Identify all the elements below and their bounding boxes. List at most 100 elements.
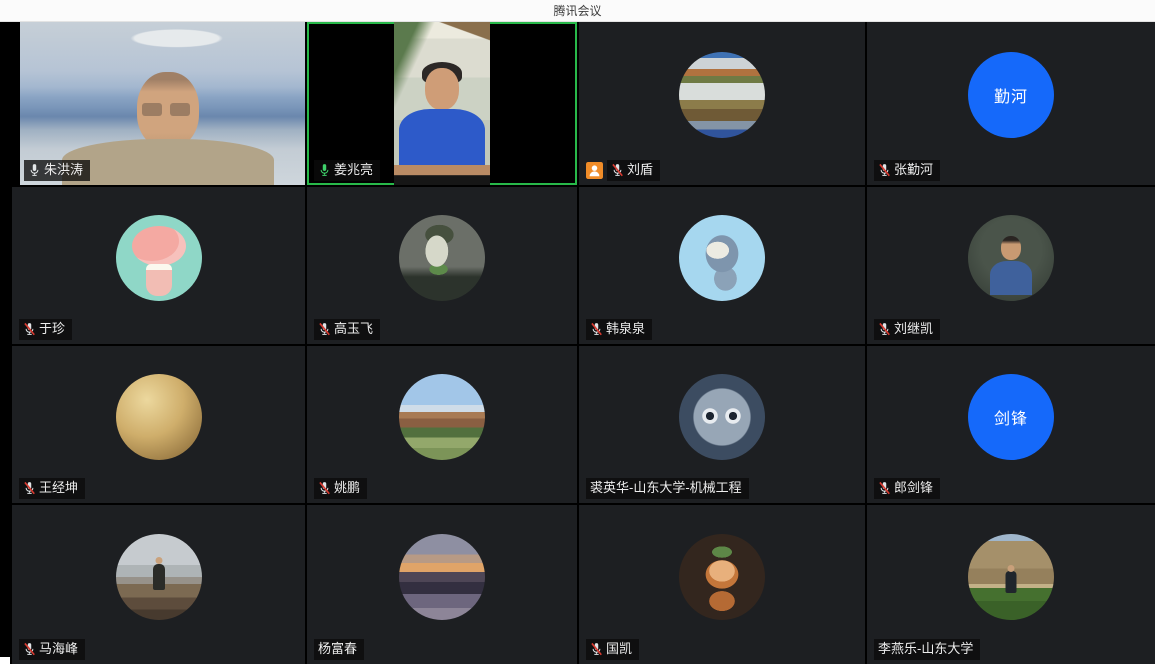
- participant-tile[interactable]: 王经坤: [12, 346, 305, 503]
- avatar-campus-building: [399, 374, 485, 460]
- participant-tile[interactable]: 高玉飞: [307, 187, 577, 344]
- participant-name-label: 于珍: [19, 319, 72, 340]
- participant-name-label: 马海峰: [19, 639, 85, 660]
- participant-label-row: 刘盾: [586, 160, 660, 181]
- mic-muted-icon: [23, 322, 36, 336]
- participant-name: 国凯: [606, 641, 632, 657]
- video-grid: 朱洪涛 姜兆亮 刘盾 勤河: [12, 22, 1155, 664]
- participant-name: 刘继凯: [894, 321, 933, 337]
- participant-label-row: 于珍: [19, 319, 72, 340]
- participant-label-row: 刘继凯: [874, 319, 940, 340]
- participant-label-row: 姚鹏: [314, 478, 367, 499]
- mic-muted-icon: [590, 642, 603, 656]
- participant-name: 姚鹏: [334, 480, 360, 496]
- avatar-gold-medal: [116, 374, 202, 460]
- window-corner-artifact: [0, 657, 10, 664]
- participant-name: 杨富春: [318, 641, 357, 657]
- video-person-glasses: [142, 103, 162, 116]
- avatar-joker-portrait: [399, 215, 485, 301]
- participant-name-label: 韩泉泉: [586, 319, 652, 340]
- participant-name-label: 刘继凯: [874, 319, 940, 340]
- participant-name: 王经坤: [39, 480, 78, 496]
- participant-tile[interactable]: 于珍: [12, 187, 305, 344]
- participant-name-label: 张勤河: [874, 160, 940, 181]
- avatar-boardwalk-person: [116, 534, 202, 620]
- avatar-tom-cat: [679, 215, 765, 301]
- participant-label-row: 王经坤: [19, 478, 85, 499]
- participant-name-label: 姚鹏: [314, 478, 367, 499]
- mic-muted-icon: [878, 322, 891, 336]
- avatar-man-chalkboard: [968, 215, 1054, 301]
- participant-tile[interactable]: 李燕乐-山东大学: [867, 505, 1155, 664]
- participant-name-label: 姜兆亮: [314, 160, 380, 181]
- window-title-bar: 腾讯会议: [0, 0, 1155, 22]
- mic-muted-icon: [318, 481, 331, 495]
- video-feed-man-blue-polo: [394, 22, 490, 185]
- participant-name: 马海峰: [39, 641, 78, 657]
- participant-label-row: 李燕乐-山东大学: [874, 639, 980, 660]
- participant-name: 刘盾: [627, 162, 653, 178]
- avatar-owl-cat: [679, 374, 765, 460]
- participant-tile[interactable]: 刘盾: [579, 22, 865, 185]
- participant-name-label: 杨富春: [314, 639, 364, 660]
- avatar-lake-reflection: [679, 52, 765, 138]
- participant-tile[interactable]: 国凯: [579, 505, 865, 664]
- mic-muted-icon: [23, 481, 36, 495]
- participant-label-row: 国凯: [586, 639, 639, 660]
- participant-name: 裘英华-山东大学-机械工程: [590, 480, 742, 496]
- participant-label-row: 裘英华-山东大学-机械工程: [586, 478, 749, 499]
- avatar-initials: 勤河: [968, 52, 1054, 138]
- participant-name-label: 李燕乐-山东大学: [874, 639, 980, 660]
- window-title: 腾讯会议: [553, 2, 601, 19]
- participant-label-row: 姜兆亮: [314, 160, 380, 181]
- mic-muted-icon: [23, 642, 36, 656]
- video-person-table: [394, 165, 490, 185]
- participant-name: 张勤河: [894, 162, 933, 178]
- participant-tile[interactable]: 朱洪涛: [12, 22, 305, 185]
- avatar-monkey-cartoon: [679, 534, 765, 620]
- mic-muted-icon: [878, 163, 891, 177]
- participant-name-label: 王经坤: [19, 478, 85, 499]
- participant-label-row: 朱洪涛: [24, 160, 90, 181]
- participant-name: 高玉飞: [334, 321, 373, 337]
- avatar-initials-text: 剑锋: [968, 374, 1054, 460]
- avatar-initials: 剑锋: [968, 374, 1054, 460]
- video-person-head: [425, 68, 459, 110]
- participant-tile[interactable]: 马海峰: [12, 505, 305, 664]
- participant-name: 郎剑锋: [894, 480, 933, 496]
- participant-label-row: 韩泉泉: [586, 319, 652, 340]
- participant-name: 韩泉泉: [606, 321, 645, 337]
- avatar-college-building: [968, 534, 1054, 620]
- participant-tile[interactable]: 裘英华-山东大学-机械工程: [579, 346, 865, 503]
- participant-tile[interactable]: 姚鹏: [307, 346, 577, 503]
- avatar-pig-balloon: [116, 215, 202, 301]
- participant-name-label: 高玉飞: [314, 319, 380, 340]
- participant-name-label: 国凯: [586, 639, 639, 660]
- participant-name-label: 郎剑锋: [874, 478, 940, 499]
- participant-tile[interactable]: 刘继凯: [867, 187, 1155, 344]
- participant-label-row: 张勤河: [874, 160, 940, 181]
- participant-label-row: 杨富春: [314, 639, 364, 660]
- mic-muted-icon: [878, 481, 891, 495]
- participant-tile[interactable]: 韩泉泉: [579, 187, 865, 344]
- participant-tile[interactable]: 姜兆亮: [307, 22, 577, 185]
- participant-tile[interactable]: 勤河 张勤河: [867, 22, 1155, 185]
- mic-icon: [28, 163, 41, 177]
- participant-label-row: 高玉飞: [314, 319, 380, 340]
- participant-label-row: 马海峰: [19, 639, 85, 660]
- participant-name: 姜兆亮: [334, 162, 373, 178]
- participant-name: 朱洪涛: [44, 162, 83, 178]
- participant-tile[interactable]: 杨富春: [307, 505, 577, 664]
- avatar-dusk-mountains: [399, 534, 485, 620]
- mic-speaking-icon: [318, 163, 331, 177]
- mic-muted-icon: [590, 322, 603, 336]
- participant-tile[interactable]: 剑锋 郎剑锋: [867, 346, 1155, 503]
- participant-label-row: 郎剑锋: [874, 478, 940, 499]
- participant-name-label: 朱洪涛: [24, 160, 90, 181]
- participant-name: 李燕乐-山东大学: [878, 641, 973, 657]
- avatar-initials-text: 勤河: [968, 52, 1054, 138]
- participant-name: 于珍: [39, 321, 65, 337]
- member-badge-icon: [586, 162, 603, 179]
- participant-name-label: 刘盾: [607, 160, 660, 181]
- mic-muted-icon: [611, 163, 624, 177]
